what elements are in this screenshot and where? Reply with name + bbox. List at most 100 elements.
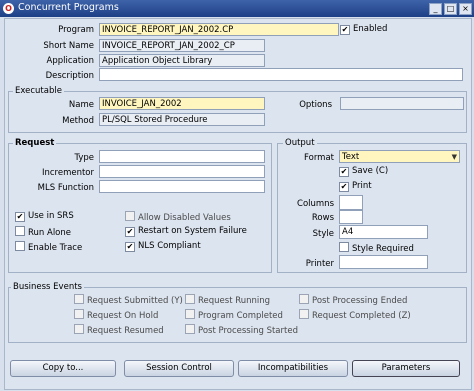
minimize-button[interactable]: _ — [429, 3, 442, 15]
event-label: Post Processing Started — [198, 326, 298, 336]
allow-disabled-values-checkbox[interactable]: Allow Disabled Values — [125, 211, 231, 224]
restart-on-failure-checkbox[interactable]: ✔ Restart on System Failure — [125, 226, 247, 237]
executable-title: Executable — [13, 86, 64, 96]
event-box-icon — [185, 324, 195, 334]
style-required-checkbox[interactable]: Style Required — [339, 242, 414, 255]
incompatibilities-button[interactable]: Incompatibilities — [238, 360, 348, 377]
event-request-completed-checkbox[interactable]: Request Completed (Z) — [299, 309, 411, 322]
program-field[interactable]: INVOICE_REPORT_JAN_2002.CP — [99, 23, 339, 36]
enable-trace-checkbox[interactable]: Enable Trace — [15, 241, 82, 254]
enable-trace-label: Enable Trace — [28, 243, 83, 253]
run-alone-box-icon — [15, 226, 25, 236]
enabled-label: Enabled — [353, 24, 388, 34]
short-name-label: Short Name — [43, 41, 94, 51]
event-request-submitted-checkbox[interactable]: Request Submitted (Y) — [74, 294, 183, 307]
run-alone-checkbox[interactable]: Run Alone — [15, 226, 71, 239]
short-name-field[interactable]: INVOICE_REPORT_JAN_2002_CP — [99, 39, 265, 52]
style-field[interactable]: A4 — [339, 225, 428, 239]
business-events-title: Business Events — [11, 282, 84, 292]
parameters-button[interactable]: Parameters — [352, 360, 460, 377]
method-field[interactable]: PL/SQL Stored Procedure — [99, 113, 265, 126]
format-value: Text — [342, 152, 360, 162]
nls-compliant-checkbox[interactable]: ✔ NLS Compliant — [125, 241, 201, 252]
window-title: Concurrent Programs — [18, 2, 119, 13]
event-label: Request Completed (Z) — [312, 311, 411, 321]
type-field[interactable] — [99, 150, 265, 163]
rows-label: Rows — [311, 213, 334, 223]
event-label: Request Submitted (Y) — [87, 296, 183, 306]
event-label: Request Running — [198, 296, 271, 306]
allow-disabled-values-box-icon — [125, 211, 135, 221]
method-label: Method — [62, 116, 94, 126]
event-request-running-checkbox[interactable]: Request Running — [185, 294, 270, 307]
save-checkbox[interactable]: ✔ Save (C) — [339, 166, 388, 177]
nls-compliant-label: NLS Compliant — [138, 241, 201, 251]
event-post-processing-ended-checkbox[interactable]: Post Processing Ended — [299, 294, 407, 307]
event-box-icon — [185, 309, 195, 319]
event-label: Request On Hold — [87, 311, 159, 321]
event-box-icon — [74, 309, 84, 319]
options-label: Options — [299, 100, 332, 110]
dropdown-arrow-icon: ▼ — [451, 153, 457, 161]
style-required-box-icon — [339, 242, 349, 252]
use-in-srs-check-icon: ✔ — [15, 212, 25, 222]
columns-field[interactable] — [339, 195, 363, 210]
enabled-checkbox[interactable]: ✔ Enabled — [340, 24, 387, 35]
enabled-check-icon: ✔ — [340, 25, 350, 35]
oracle-logo-icon: O — [3, 3, 14, 14]
run-alone-label: Run Alone — [28, 228, 71, 238]
event-label: Program Completed — [198, 311, 283, 321]
application-field[interactable]: Application Object Library — [99, 54, 265, 67]
print-label: Print — [352, 181, 372, 191]
event-label: Request Resumed — [87, 326, 164, 336]
nls-check-icon: ✔ — [125, 242, 135, 252]
mls-function-label: MLS Function — [37, 183, 94, 193]
request-title: Request — [13, 138, 57, 148]
print-check-icon: ✔ — [339, 182, 349, 192]
incrementor-label: Incrementor — [41, 168, 94, 178]
maximize-button[interactable]: □ — [444, 3, 457, 15]
printer-label: Printer — [305, 259, 334, 269]
type-label: Type — [74, 153, 94, 163]
format-label: Format — [304, 153, 334, 163]
executable-name-field[interactable]: INVOICE_JAN_2002 — [99, 97, 265, 110]
style-required-label: Style Required — [352, 244, 414, 254]
enable-trace-box-icon — [15, 241, 25, 251]
event-post-processing-started-checkbox[interactable]: Post Processing Started — [185, 324, 298, 337]
save-label: Save (C) — [352, 166, 389, 176]
restart-on-failure-label: Restart on System Failure — [138, 226, 247, 236]
use-in-srs-checkbox[interactable]: ✔ Use in SRS — [15, 211, 74, 222]
event-box-icon — [185, 294, 195, 304]
use-in-srs-label: Use in SRS — [28, 211, 74, 221]
incrementor-field[interactable] — [99, 165, 265, 178]
format-select[interactable]: Text ▼ — [339, 150, 460, 163]
close-button[interactable]: × — [459, 3, 472, 15]
event-request-on-hold-checkbox[interactable]: Request On Hold — [74, 309, 158, 322]
columns-label: Columns — [297, 199, 334, 209]
print-checkbox[interactable]: ✔ Print — [339, 181, 372, 192]
style-label: Style — [312, 229, 334, 239]
save-check-icon: ✔ — [339, 167, 349, 177]
event-box-icon — [74, 324, 84, 334]
copy-to-button[interactable]: Copy to... — [10, 360, 116, 377]
description-field[interactable] — [99, 68, 463, 81]
event-label: Post Processing Ended — [312, 296, 408, 306]
rows-field[interactable] — [339, 210, 363, 224]
program-label: Program — [58, 25, 94, 35]
title-bar: O Concurrent Programs _ □ × — [0, 0, 474, 17]
event-box-icon — [74, 294, 84, 304]
mls-function-field[interactable] — [99, 180, 265, 193]
application-label: Application — [46, 56, 95, 66]
event-box-icon — [299, 309, 309, 319]
executable-name-label: Name — [68, 100, 94, 110]
event-request-resumed-checkbox[interactable]: Request Resumed — [74, 324, 164, 337]
event-box-icon — [299, 294, 309, 304]
session-control-button[interactable]: Session Control — [124, 360, 234, 377]
printer-field[interactable] — [339, 255, 428, 269]
description-label: Description — [45, 71, 94, 81]
options-field[interactable] — [340, 97, 464, 110]
event-program-completed-checkbox[interactable]: Program Completed — [185, 309, 283, 322]
restart-check-icon: ✔ — [125, 227, 135, 237]
output-title: Output — [283, 138, 317, 148]
allow-disabled-values-label: Allow Disabled Values — [138, 213, 231, 223]
